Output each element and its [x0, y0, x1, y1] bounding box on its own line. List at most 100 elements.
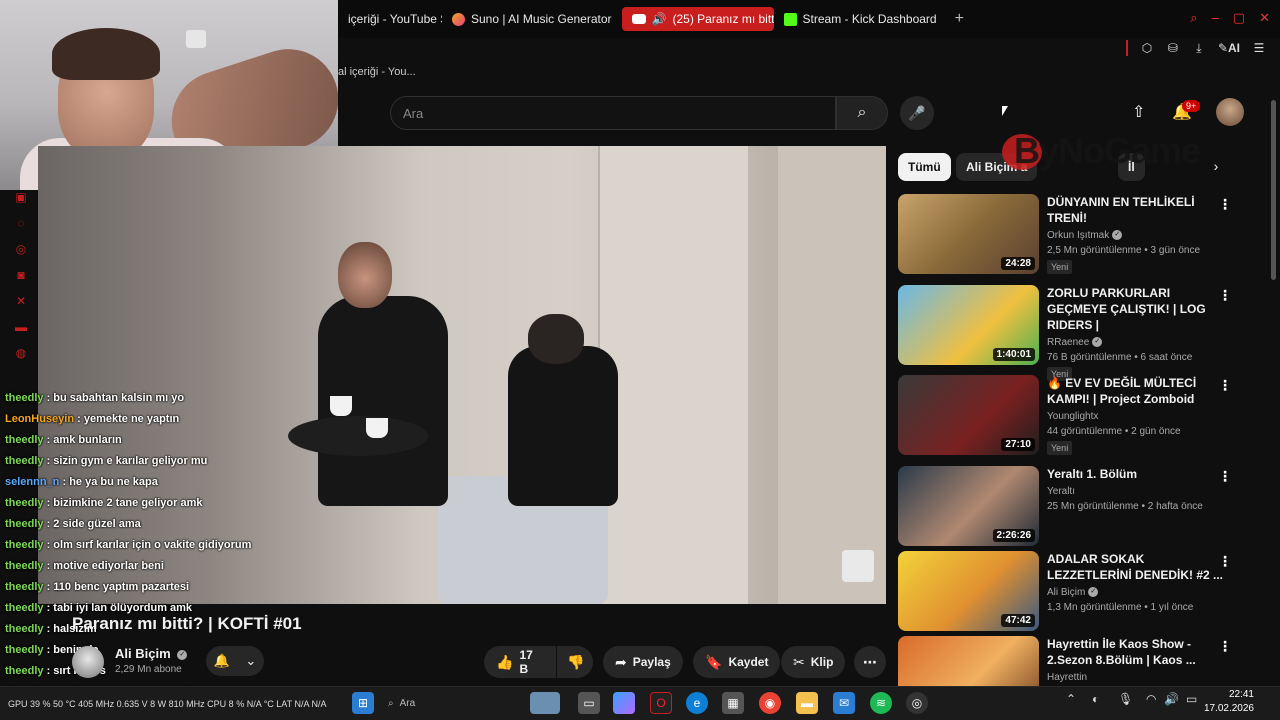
more-vertical-icon[interactable]: ⋮ [1218, 196, 1232, 213]
tab-youtube-video[interactable]: 🔊 (25) Paranız mı bitti? | [621, 7, 774, 31]
upload-icon[interactable]: ⇧ [1132, 102, 1145, 122]
chips-next-button[interactable]: › [1204, 154, 1228, 178]
tab-suno[interactable]: Suno | AI Music Generator [442, 7, 622, 31]
windows-start-icon[interactable]: ⊞ [352, 692, 374, 714]
microphone-icon[interactable]: 🎙 [1118, 692, 1133, 706]
widgets-icon[interactable] [530, 692, 560, 714]
video-title-link[interactable]: Yeraltı 1. Bölüm [1047, 466, 1223, 482]
wallet-icon[interactable]: ⛁ [1166, 41, 1180, 55]
scrollbar-thumb[interactable] [1271, 100, 1276, 280]
video-meta: 1,3 Mn görüntülenme • 1 yıl önce [1047, 602, 1194, 613]
recommended-video[interactable]: 47:42 ADALAR SOKAK LEZZETLERİNİ DENEDİK! … [898, 551, 1258, 631]
outlook-icon[interactable]: ✉ [833, 692, 855, 714]
chip-all[interactable]: Tümü [898, 153, 951, 181]
video-title-link[interactable]: ADALAR SOKAK LEZZETLERİNİ DENEDİK! #2 ..… [1047, 551, 1223, 583]
file-explorer-icon[interactable]: ▬ [796, 692, 818, 714]
more-vertical-icon[interactable]: ⋮ [1218, 553, 1232, 570]
bookmark-icon: 🔖 [705, 653, 723, 670]
chat-separator: : [43, 602, 54, 614]
video-thumbnail[interactable]: 47:42 [898, 551, 1039, 631]
tray-app-icon[interactable]: ◐ [1092, 692, 1099, 706]
screen: içeriği - YouTube St Suno | AI Music Gen… [0, 0, 1280, 720]
chat-username: theedly [5, 623, 44, 635]
spotify-icon[interactable]: ≋ [870, 692, 892, 714]
share-button[interactable]: ➦ Paylaş [603, 646, 683, 678]
search-button[interactable]: ⌕ [836, 96, 888, 130]
chat-username: theedly [5, 560, 44, 572]
battery-icon[interactable]: ▭ [1186, 692, 1197, 706]
clip-button[interactable]: ✂ Klip [781, 646, 846, 678]
tray-chevron-up-icon[interactable]: ⌃ [1066, 692, 1076, 706]
download-icon[interactable]: ⤓ [1192, 41, 1206, 56]
wifi-icon[interactable]: ◠ [1146, 692, 1156, 706]
video-thumbnail[interactable]: 27:10 [898, 375, 1039, 455]
close-button[interactable]: ✕ [1259, 10, 1270, 26]
recommended-video[interactable]: 27:10 🔥 EV EV DEĞİL MÜLTECİ KAMPI! | Proj… [898, 375, 1258, 456]
twitch-icon: ▣ [15, 190, 27, 204]
channel-avatar[interactable] [72, 646, 104, 678]
share-label: Paylaş [632, 655, 671, 669]
search-input[interactable]: Ara [390, 96, 836, 130]
chat-message: theedly : olm sırf karılar için o vakite… [0, 535, 320, 556]
video-channel[interactable]: Orkun Işıtmak ✓ [1047, 230, 1223, 241]
recommended-video[interactable]: 2:26:26 Yeraltı 1. Bölüm Yeraltı 25 Mn görü… [898, 466, 1258, 546]
search-icon: ⌕ [388, 697, 394, 709]
video-channel[interactable]: Hayrettin [1047, 672, 1223, 683]
verified-icon: ✓ [1092, 337, 1103, 348]
minimize-button[interactable]: – [1212, 10, 1219, 26]
like-button[interactable]: 👍 17 B [484, 646, 556, 678]
search-tabs-icon[interactable]: ⌕ [1190, 10, 1197, 26]
channel-name[interactable]: Ali Biçim ✓ [115, 646, 188, 661]
chat-message: theedly : bizimkine 2 tane geliyor amk [0, 493, 320, 514]
video-channel[interactable]: Yeraltı [1047, 486, 1223, 497]
more-vertical-icon[interactable]: ⋮ [1218, 468, 1232, 485]
video-channel[interactable]: RRaenee ✓ [1047, 337, 1223, 348]
video-title-link[interactable]: ZORLU PARKURLARI GEÇMEYE ÇALIŞTIK! | LOG… [1047, 285, 1223, 333]
copilot-icon[interactable] [613, 692, 635, 714]
new-tab-button[interactable]: + [947, 10, 972, 28]
maximize-button[interactable]: ▢ [1233, 10, 1245, 26]
kick-favicon-icon [783, 12, 797, 26]
recommended-video[interactable]: 24:28 DÜNYANIN EN TEHLİKELİ TRENİ! Orkun I… [898, 194, 1258, 275]
taskbar-search[interactable]: ⌕ Ara [388, 694, 508, 712]
menu-icon[interactable]: ☰ [1252, 41, 1266, 55]
store-icon[interactable]: ▦ [722, 692, 744, 714]
chat-separator: : [43, 434, 54, 446]
tab-youtube-studio[interactable]: içeriği - YouTube St [338, 7, 442, 31]
recommended-video[interactable]: 1:40:01 ZORLU PARKURLARI GEÇMEYE ÇALIŞTIK… [898, 285, 1258, 382]
video-meta: 2,5 Mn görüntülenme • 3 gün önce [1047, 245, 1201, 256]
video-title-link[interactable]: DÜNYANIN EN TEHLİKELİ TRENİ! [1047, 194, 1223, 226]
video-channel[interactable]: Younglightx [1047, 411, 1223, 422]
more-actions-button[interactable]: ⋯ [854, 646, 886, 678]
more-vertical-icon[interactable]: ⋮ [1218, 377, 1232, 394]
video-title-link[interactable]: 🔥 EV EV DEĞİL MÜLTECİ KAMPI! | Project Z… [1047, 375, 1223, 407]
clip-label: Klip [810, 655, 834, 669]
subscription-bell-button[interactable]: 🔔 ⌄ [206, 646, 264, 676]
chat-text: sizin gym e karılar geliyor mu [53, 455, 208, 467]
video-thumbnail[interactable]: 1:40:01 [898, 285, 1039, 365]
video-channel[interactable]: Ali Biçim ✓ [1047, 587, 1223, 598]
watermark: ByNoGame [1002, 130, 1201, 172]
subscriber-count: 2,29 Mn abone [115, 664, 182, 675]
video-thumbnail[interactable]: 24:28 [898, 194, 1039, 274]
more-vertical-icon[interactable]: ⋮ [1218, 638, 1232, 655]
save-button[interactable]: 🔖 Kaydet [693, 646, 781, 678]
extensions-icon[interactable]: ⬡ [1140, 41, 1154, 55]
obs-icon[interactable]: ◎ [906, 692, 928, 714]
edge-icon[interactable]: e [686, 692, 708, 714]
task-view-icon[interactable]: ▭ [578, 692, 600, 714]
share-icon: ➦ [615, 653, 627, 670]
ai-button[interactable]: ✎AI [1218, 41, 1240, 55]
voice-search-button[interactable]: 🎤 [900, 96, 934, 130]
tab-kick[interactable]: Stream - Kick Dashboard [774, 7, 947, 31]
more-vertical-icon[interactable]: ⋮ [1218, 287, 1232, 304]
video-title-link[interactable]: Hayrettin İle Kaos Show - 2.Sezon 8.Bölü… [1047, 636, 1223, 668]
taskbar-clock[interactable]: 22:41 17.02.2026 [1204, 688, 1254, 716]
dislike-button[interactable]: 👎 [557, 646, 593, 678]
chat-separator: : [43, 623, 54, 635]
video-thumbnail[interactable]: 2:26:26 [898, 466, 1039, 546]
opera-gx-icon[interactable]: O [650, 692, 672, 714]
account-avatar[interactable] [1216, 98, 1244, 126]
volume-icon[interactable]: 🔊 [1164, 692, 1179, 706]
chrome-icon[interactable]: ◉ [759, 692, 781, 714]
